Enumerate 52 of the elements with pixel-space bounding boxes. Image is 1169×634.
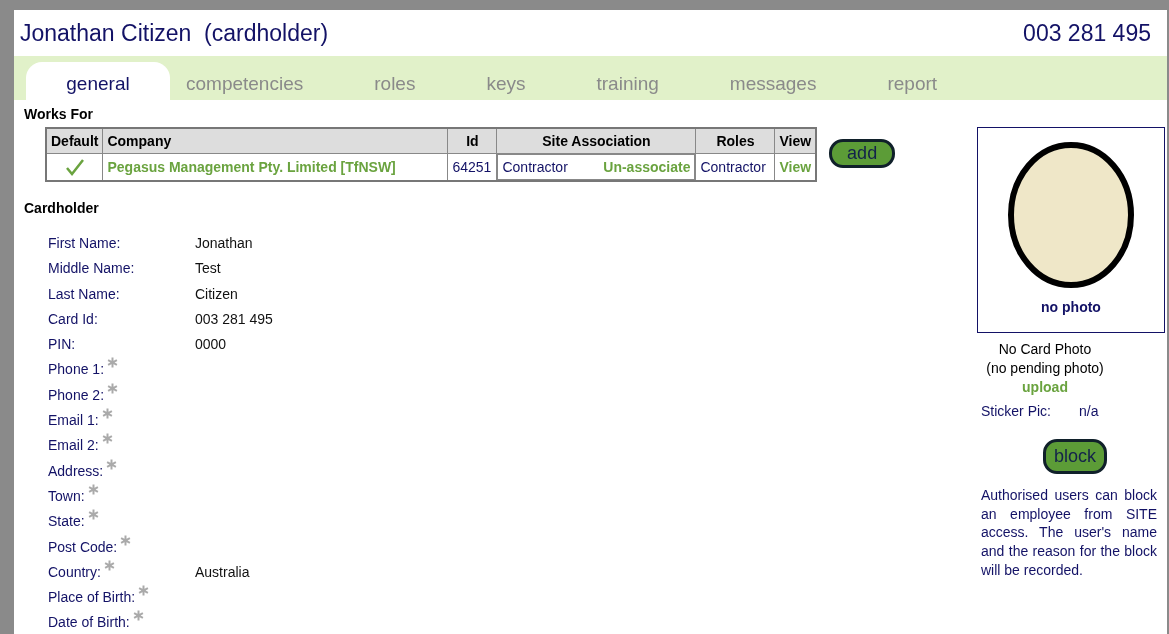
column-header: Roles bbox=[695, 128, 775, 154]
column-header: Default bbox=[46, 128, 103, 154]
page-title: Jonathan Citizen (cardholder) bbox=[20, 19, 329, 47]
field-label: Middle Name: bbox=[48, 260, 135, 277]
field-label: Address: bbox=[48, 462, 104, 479]
tab[interactable]: competencies bbox=[170, 62, 359, 100]
field-label: Place of Birth: bbox=[48, 589, 136, 606]
tab[interactable]: general bbox=[26, 62, 170, 100]
tab[interactable]: roles bbox=[358, 62, 471, 100]
sticker-label: Sticker Pic: bbox=[981, 403, 1051, 419]
field-value: 0000 bbox=[195, 336, 227, 353]
column-header: Site Association bbox=[496, 128, 696, 154]
table-cell: Contractor bbox=[695, 153, 775, 182]
field-label: Country: bbox=[48, 563, 101, 580]
section-heading: Cardholder bbox=[24, 200, 100, 217]
sticker-value: n/a bbox=[1079, 403, 1099, 419]
section-heading: Works For bbox=[24, 106, 94, 122]
tab[interactable]: training bbox=[580, 62, 714, 100]
field-value: Jonathan bbox=[195, 234, 253, 251]
field-value: 003 281 495 bbox=[195, 310, 273, 327]
field-label: Date of Birth: bbox=[48, 614, 130, 631]
tab[interactable]: report bbox=[871, 62, 993, 100]
avatar-placeholder-icon bbox=[1006, 140, 1136, 290]
field-value: Australia bbox=[195, 563, 250, 580]
block-button[interactable]: block bbox=[1043, 439, 1107, 474]
field-label: Phone 2: bbox=[48, 386, 105, 403]
field-label: PIN: bbox=[48, 336, 76, 353]
field-label: Email 2: bbox=[48, 437, 99, 454]
column-header: View bbox=[774, 128, 817, 154]
site-association-text: Contractor bbox=[502, 159, 568, 175]
card-number: 003 281 495 bbox=[1023, 19, 1151, 47]
tab[interactable]: keys bbox=[470, 62, 581, 100]
photo-status: No Card Photo bbox=[998, 340, 1092, 359]
field-label: Last Name: bbox=[48, 285, 120, 302]
photo-caption: no photo bbox=[1041, 299, 1101, 315]
field-label: Post Code: bbox=[48, 538, 118, 555]
upload-link[interactable]: upload bbox=[1022, 378, 1068, 397]
add-button[interactable]: add bbox=[829, 139, 896, 169]
tab[interactable]: messages bbox=[713, 62, 872, 100]
field-value: Test bbox=[195, 260, 221, 277]
column-header: Id bbox=[447, 128, 497, 154]
column-header: Company bbox=[102, 128, 448, 154]
field-label: First Name: bbox=[48, 234, 121, 251]
field-value: Citizen bbox=[195, 285, 238, 302]
block-note: Authorised users can block an employee from SITE access. The user's name and the reason for the block will be recorded. bbox=[981, 486, 1157, 580]
unassociate-link[interactable]: Un-associate bbox=[603, 159, 691, 175]
field-label: State: bbox=[48, 513, 85, 530]
pending-photo-status: (no pending photo) bbox=[986, 359, 1104, 378]
field-label: Email 1: bbox=[48, 412, 99, 428]
field-label: Town: bbox=[48, 487, 85, 504]
field-label: Phone 1: bbox=[48, 361, 105, 378]
field-label: Card Id: bbox=[48, 310, 98, 327]
